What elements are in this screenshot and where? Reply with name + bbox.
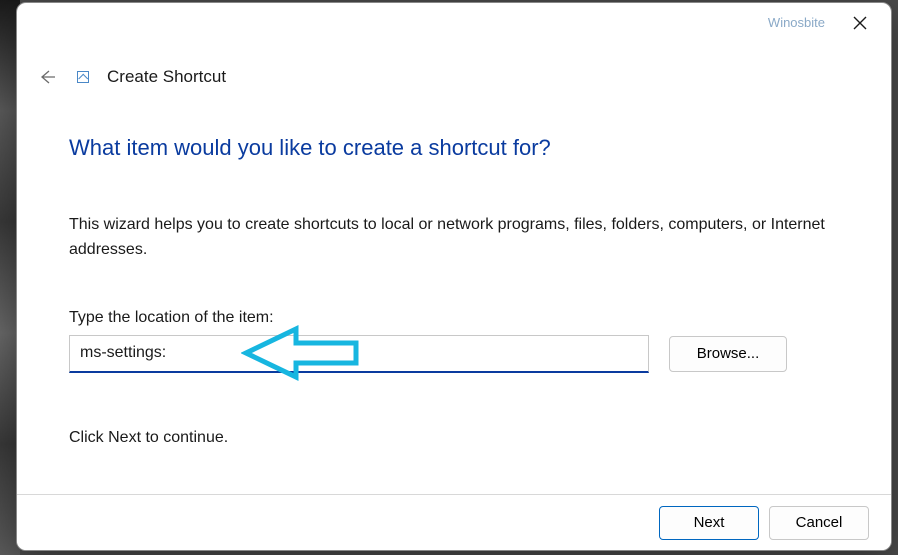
shortcut-icon [77,71,89,83]
wizard-heading: What item would you like to create a sho… [69,135,843,161]
dialog-title: Create Shortcut [107,67,226,87]
browse-button[interactable]: Browse... [669,336,787,372]
location-input[interactable] [69,335,649,373]
wizard-description: This wizard helps you to create shortcut… [69,213,843,263]
dialog-footer: Next Cancel [17,494,891,550]
cancel-button[interactable]: Cancel [769,506,869,540]
back-button[interactable] [33,63,61,91]
create-shortcut-dialog: Winosbite Create Shortcut What item woul… [16,2,892,551]
close-icon [853,16,867,30]
watermark-text: Winosbite [768,15,825,30]
location-label: Type the location of the item: [69,309,843,327]
close-button[interactable] [837,7,883,39]
back-arrow-icon [37,67,57,87]
dialog-header: Create Shortcut [17,63,891,91]
continue-hint: Click Next to continue. [69,429,843,447]
next-button[interactable]: Next [659,506,759,540]
dialog-content: What item would you like to create a sho… [17,91,891,447]
titlebar: Winosbite [17,3,891,45]
location-row: Browse... [69,335,843,373]
